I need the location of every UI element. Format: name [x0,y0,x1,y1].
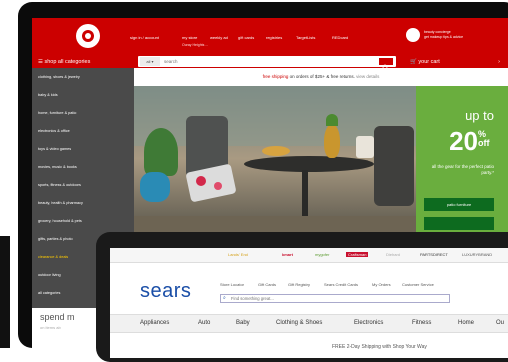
link-customer-service[interactable]: Customer Service [402,282,434,287]
category-item[interactable]: beauty, health & pharmacy [38,201,83,205]
nav-appliances[interactable]: Appliances [140,320,169,326]
nav-registries[interactable]: registries [266,35,282,40]
category-item[interactable]: gifts, parties & photo [38,237,73,241]
sears-website: Lands' End kmart mygofer Craftsman Dieha… [110,248,508,358]
nav-electronics[interactable]: Electronics [354,320,383,326]
cart-button[interactable]: 🛒 your cart › [410,56,500,68]
brand-bar: Lands' End kmart mygofer Craftsman Dieha… [110,248,508,263]
concierge-icon[interactable] [406,28,420,42]
nav-baby[interactable]: Baby [236,320,250,326]
patio-hero-image[interactable] [134,86,416,248]
category-item-clearance[interactable]: clearance & deals [38,255,68,259]
off-text: off [478,138,490,148]
plant [144,128,178,176]
concierge-link[interactable]: beauty concierge get makeup tips & advic… [424,30,496,40]
nav-clothing-shoes[interactable]: Clothing & Shoes [276,320,322,326]
nav-auto[interactable]: Auto [198,320,210,326]
discount-number: 20 [449,126,478,156]
nav-signin[interactable]: sign in / account [130,35,159,40]
shipping-promo-strip: free shipping on orders of $25+ & free r… [134,68,508,85]
brand-diehard[interactable]: Diehard [386,252,400,257]
drink-glass [356,136,374,158]
chevron-right-icon: › [498,59,500,65]
search-bar: all ▾ [138,56,396,71]
shop-all-categories-button[interactable]: ☰ shop all categories [38,56,134,68]
spend-promo-subtitle: on items ab [40,325,61,330]
category-item[interactable]: movies, music & books [38,165,77,169]
patio-table [244,156,374,172]
discount-suffix: % off [478,130,490,148]
blue-planter [140,172,170,202]
category-item[interactable]: grocery, household & pets [38,219,82,223]
shop-all-label: shop all categories [44,59,91,65]
patio-furniture-button[interactable]: patio furniture [424,198,494,211]
sears-logo[interactable]: sears [140,280,191,303]
brand-partsdirect[interactable]: PARTSDIRECT [420,252,448,257]
nav-home[interactable]: Home [458,320,474,326]
brand-lands-end[interactable]: Lands' End [228,252,248,257]
fruit-bowl [262,146,290,156]
free-shipping-text: free shipping [262,74,289,79]
pineapple [324,124,340,158]
cart-label: your cart [418,59,440,65]
bullseye-center [85,33,91,39]
nav-weekly-ad[interactable]: weekly ad [210,35,228,40]
link-my-orders[interactable]: My Orders [372,282,391,287]
category-item[interactable]: home, furniture & patio [38,111,76,115]
patio-chair-right [374,126,414,206]
sears-search-bar: ⌕ [220,294,450,303]
phone-device-edge [0,236,10,348]
category-item[interactable]: sports, fitness & outdoors [38,183,81,187]
search-category-select[interactable]: all ▾ [140,57,160,66]
search-icon: ⌕ [223,295,226,301]
link-store-locator[interactable]: Store Locator [220,282,244,287]
nav-redcard[interactable]: REDcard [332,35,348,40]
bullseye-ring [82,30,94,42]
view-details-link[interactable]: view details [356,74,379,79]
spend-promo-title: spend m [40,312,75,322]
target-header: sign in / account my store weekly ad gif… [32,18,508,71]
link-credit-cards[interactable]: Sears Credit Cards [324,282,358,287]
category-item[interactable]: clothing, shoes & jewelry [38,75,80,79]
brand-kmart[interactable]: kmart [282,252,293,257]
secondary-sale-button[interactable] [424,217,494,230]
category-item[interactable]: all categories [38,291,60,295]
brand-craftsman[interactable]: Craftsman [346,252,369,257]
cushion-flower [214,182,222,190]
sale-description: all the gear for the perfect patio party… [431,164,494,175]
nav-gift-cards[interactable]: gift cards [238,35,254,40]
cushion-flower [196,176,206,186]
free-shipping-banner[interactable]: FREE 2-Day Shipping with Shop Your Way [332,344,427,350]
search-category-value: all [146,59,151,64]
nav-my-store[interactable]: my store [182,35,197,40]
store-location: Ouray Heights ... [182,43,209,47]
nav-targetlists[interactable]: TargetLists [296,35,315,40]
link-gift-cards[interactable]: Gift Cards [258,282,276,287]
category-item[interactable]: baby & kids [38,93,58,97]
category-item[interactable]: toys & video games [38,147,71,151]
promo-text: on orders of $25+ & free returns. [289,74,355,79]
category-item[interactable]: electronics & office [38,129,70,133]
concierge-subtitle: get makeup tips & advice [424,35,464,39]
target-logo[interactable] [76,24,100,48]
search-button[interactable] [378,57,394,71]
nav-fitness[interactable]: Fitness [412,320,431,326]
up-to-text: up to [465,108,494,123]
nav-outdoor[interactable]: Ou [496,320,504,326]
brand-mygofer[interactable]: mygofer [315,252,329,257]
search-input[interactable] [164,56,364,67]
link-gift-registry[interactable]: Gift Registry [288,282,310,287]
pineapple-leaves [326,114,338,126]
category-item[interactable]: outdoor living [38,273,61,277]
sears-category-nav: Appliances Auto Baby Clothing & Shoes El… [110,314,508,333]
sears-search-input[interactable] [231,295,431,302]
brand-luxury[interactable]: LUXURYBRAND [462,252,492,257]
sale-panel: up to 20 % off all the gear for the perfe… [416,86,508,248]
